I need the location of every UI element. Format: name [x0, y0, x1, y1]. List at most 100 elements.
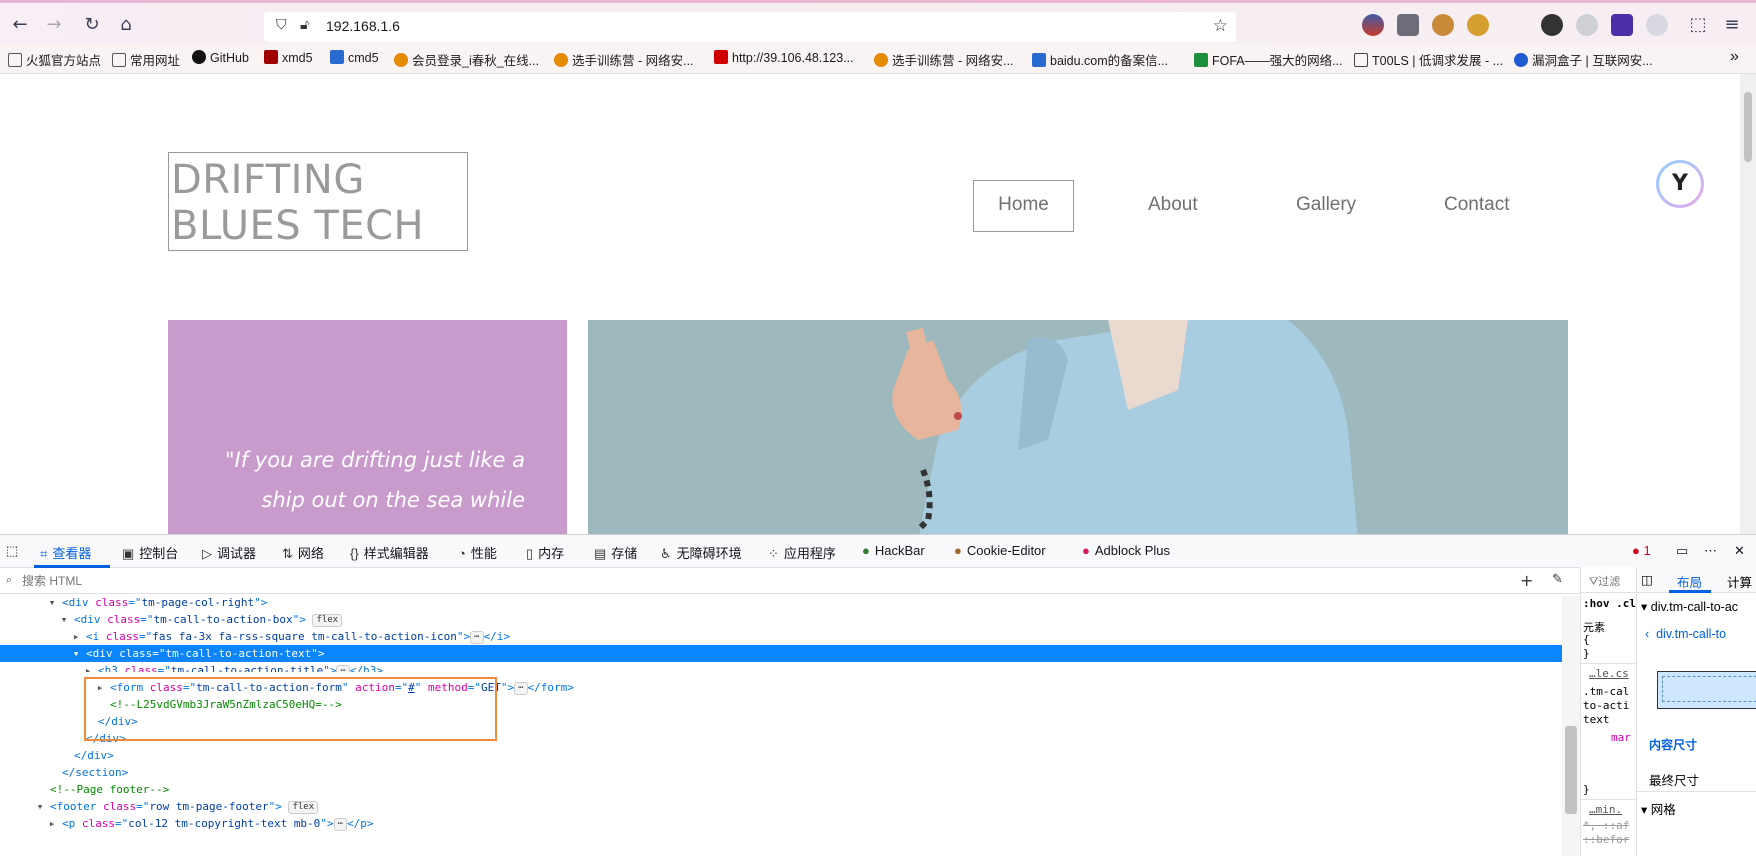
- bookmark-item[interactable]: http://39.106.48.123...: [714, 50, 854, 65]
- eyedropper-icon[interactable]: ✎: [1552, 572, 1563, 587]
- reload-icon[interactable]: ↻: [80, 13, 104, 37]
- expanded-arrow-icon[interactable]: ▾: [0, 594, 62, 611]
- home-icon[interactable]: ⌂: [114, 13, 138, 37]
- close-devtools-icon[interactable]: ✕: [1734, 543, 1745, 559]
- more-options-icon[interactable]: ⋯: [1704, 543, 1717, 559]
- expanded-arrow-icon[interactable]: ▾: [0, 645, 86, 662]
- markup-line[interactable]: ▾ <div class="tm-call-to-action-box"> fl…: [0, 611, 1562, 628]
- pick-element-icon[interactable]: ⬚: [6, 543, 18, 559]
- tab-storage[interactable]: ▤ 存储: [594, 543, 637, 562]
- nav-contact[interactable]: Contact: [1444, 194, 1509, 216]
- panel-layout-icon[interactable]: ◫: [1641, 572, 1653, 587]
- markup-line[interactable]: ▾ <footer class="row tm-page-footer"> fl…: [0, 798, 1562, 815]
- nav-about[interactable]: About: [1148, 194, 1198, 216]
- flex-badge[interactable]: flex: [312, 614, 343, 627]
- tab-console[interactable]: ▣ 控制台: [122, 543, 178, 562]
- add-node-icon[interactable]: +: [1520, 571, 1533, 590]
- markup-line[interactable]: ▸ <i class="fas fa-3x fa-rss-square tm-c…: [0, 628, 1562, 645]
- extension-icon-6[interactable]: [1576, 14, 1598, 36]
- box-model-selector[interactable]: ‹ div.tm-call-to: [1645, 627, 1726, 641]
- bookmark-item[interactable]: 选手训练营 - 网络安...: [554, 50, 694, 69]
- bookmark-item[interactable]: 常用网址: [112, 50, 180, 69]
- tab-performance[interactable]: ◔ 性能: [458, 543, 497, 562]
- markup-line[interactable]: ▸ <h3 class="tm-call-to-action-title"> ⋯ <…: [0, 662, 1562, 672]
- tab-inspector[interactable]: ⌗ 查看器: [40, 543, 91, 562]
- extension-icon-3[interactable]: [1432, 14, 1454, 36]
- stylesheet-link[interactable]: …le.cs: [1589, 667, 1629, 680]
- url-bar[interactable]: ⛉ 🔓︎ 192.168.1.6 ☆: [264, 12, 1236, 42]
- extension-icon-2[interactable]: [1397, 14, 1419, 36]
- hov-toggle[interactable]: :hov .cl: [1583, 597, 1636, 610]
- tab-application[interactable]: ⁘ 应用程序: [768, 543, 836, 562]
- bookmark-item[interactable]: FOFA——强大的网络...: [1194, 50, 1343, 69]
- bookmark-item[interactable]: T00LS | 低调求发展 - ...: [1354, 50, 1503, 69]
- bookmark-star-icon[interactable]: ☆: [1213, 16, 1228, 36]
- markup-line-selected[interactable]: ▾ <div class="tm-call-to-action-text">: [0, 645, 1562, 662]
- menu-icon[interactable]: ≡: [1720, 13, 1744, 37]
- url-text[interactable]: 192.168.1.6: [326, 18, 400, 34]
- shield-icon[interactable]: ⛉: [276, 17, 287, 33]
- tab-computed[interactable]: 计算: [1727, 572, 1752, 591]
- tab-debugger[interactable]: ▷ 调试器: [202, 543, 256, 562]
- bookmark-item[interactable]: baidu.com的备案信...: [1032, 50, 1168, 69]
- collapsed-content-badge[interactable]: ⋯: [333, 818, 347, 831]
- flex-badge[interactable]: flex: [288, 801, 319, 814]
- collapsed-content-badge[interactable]: ⋯: [514, 682, 528, 695]
- extensions-puzzle-icon[interactable]: ⬚: [1686, 13, 1710, 37]
- markup-scrollbar[interactable]: [1562, 596, 1580, 856]
- markup-line[interactable]: </section>: [0, 764, 1562, 781]
- layout-section-header[interactable]: ▾ div.tm-call-to-ac: [1641, 599, 1738, 614]
- markup-scrollbar-thumb[interactable]: [1565, 726, 1577, 814]
- bookmarks-overflow-icon[interactable]: »: [1730, 48, 1739, 66]
- collapsed-content-badge[interactable]: ⋯: [470, 631, 484, 644]
- collapsed-arrow-icon[interactable]: ▸: [0, 662, 98, 672]
- extension-icon-7[interactable]: [1611, 14, 1633, 36]
- expanded-arrow-icon[interactable]: ▾: [0, 798, 50, 815]
- bookmark-item[interactable]: 火狐官方站点: [8, 50, 101, 69]
- page-scrollbar[interactable]: [1740, 74, 1756, 534]
- expanded-arrow-icon[interactable]: ▾: [0, 611, 74, 628]
- collapsed-arrow-icon[interactable]: ▸: [0, 628, 86, 645]
- content-size-link[interactable]: 内容尺寸: [1649, 736, 1697, 753]
- page-scrollbar-thumb[interactable]: [1744, 92, 1752, 162]
- floating-assistant-button[interactable]: Y: [1656, 160, 1704, 208]
- nav-gallery[interactable]: Gallery: [1296, 194, 1356, 216]
- dock-icon[interactable]: ▭: [1676, 543, 1688, 559]
- tab-hackbar[interactable]: ● HackBar: [862, 543, 925, 558]
- bookmark-item[interactable]: 选手训练营 - 网络安...: [874, 50, 1014, 69]
- tab-style-editor[interactable]: {} 样式编辑器: [350, 543, 429, 562]
- bookmark-item[interactable]: GitHub: [192, 50, 249, 65]
- tab-accessibility[interactable]: ♿︎ 无障碍环境: [660, 543, 742, 562]
- markup-line[interactable]: </div>: [0, 747, 1562, 764]
- rules-filter[interactable]: ⛛过滤: [1581, 567, 1636, 593]
- extension-icon-4[interactable]: [1467, 14, 1489, 36]
- collapsed-arrow-icon[interactable]: ▸: [0, 815, 62, 832]
- markup-line[interactable]: ▾ <div class="tm-page-col-right">: [0, 594, 1562, 611]
- stylesheet-link[interactable]: …min.: [1589, 803, 1622, 816]
- extension-icon-1[interactable]: [1362, 14, 1384, 36]
- bookmark-item[interactable]: xmd5: [264, 50, 313, 65]
- tab-adblock-plus[interactable]: ● Adblock Plus: [1082, 543, 1170, 558]
- tab-network[interactable]: ⇅ 网络: [282, 543, 324, 562]
- markup-line[interactable]: ▸ <p class="col-12 tm-copyright-text mb-…: [0, 815, 1562, 832]
- back-icon[interactable]: ←: [8, 13, 32, 37]
- insecure-lock-icon[interactable]: 🔓︎: [300, 17, 309, 33]
- bookmark-item[interactable]: 漏洞盒子 | 互联网安...: [1514, 50, 1653, 69]
- cookie-icon[interactable]: [1541, 14, 1563, 36]
- collapsed-content-badge[interactable]: ⋯: [336, 665, 350, 672]
- tab-cookie-editor[interactable]: ● Cookie-Editor: [954, 543, 1046, 558]
- box-model-diagram[interactable]: [1657, 671, 1756, 709]
- markup-line[interactable]: <!--Page footer-->: [0, 781, 1562, 798]
- extension-icon-8[interactable]: [1646, 14, 1668, 36]
- grid-section-header[interactable]: ▾ 网格: [1641, 799, 1676, 818]
- site-logo[interactable]: DRIFTING BLUES TECH: [168, 152, 468, 251]
- rule-property[interactable]: mar: [1611, 731, 1631, 744]
- tab-layout[interactable]: 布局: [1677, 572, 1702, 591]
- bookmark-item[interactable]: cmd5: [330, 50, 379, 65]
- nav-home[interactable]: Home: [973, 180, 1074, 232]
- error-count-badge[interactable]: ● 1: [1632, 543, 1651, 558]
- tab-memory[interactable]: ▯ 内存: [526, 543, 564, 562]
- bookmark-item[interactable]: 会员登录_i春秋_在线...: [394, 50, 539, 69]
- html-search-input[interactable]: [22, 572, 1422, 590]
- forward-icon[interactable]: →: [42, 13, 66, 37]
